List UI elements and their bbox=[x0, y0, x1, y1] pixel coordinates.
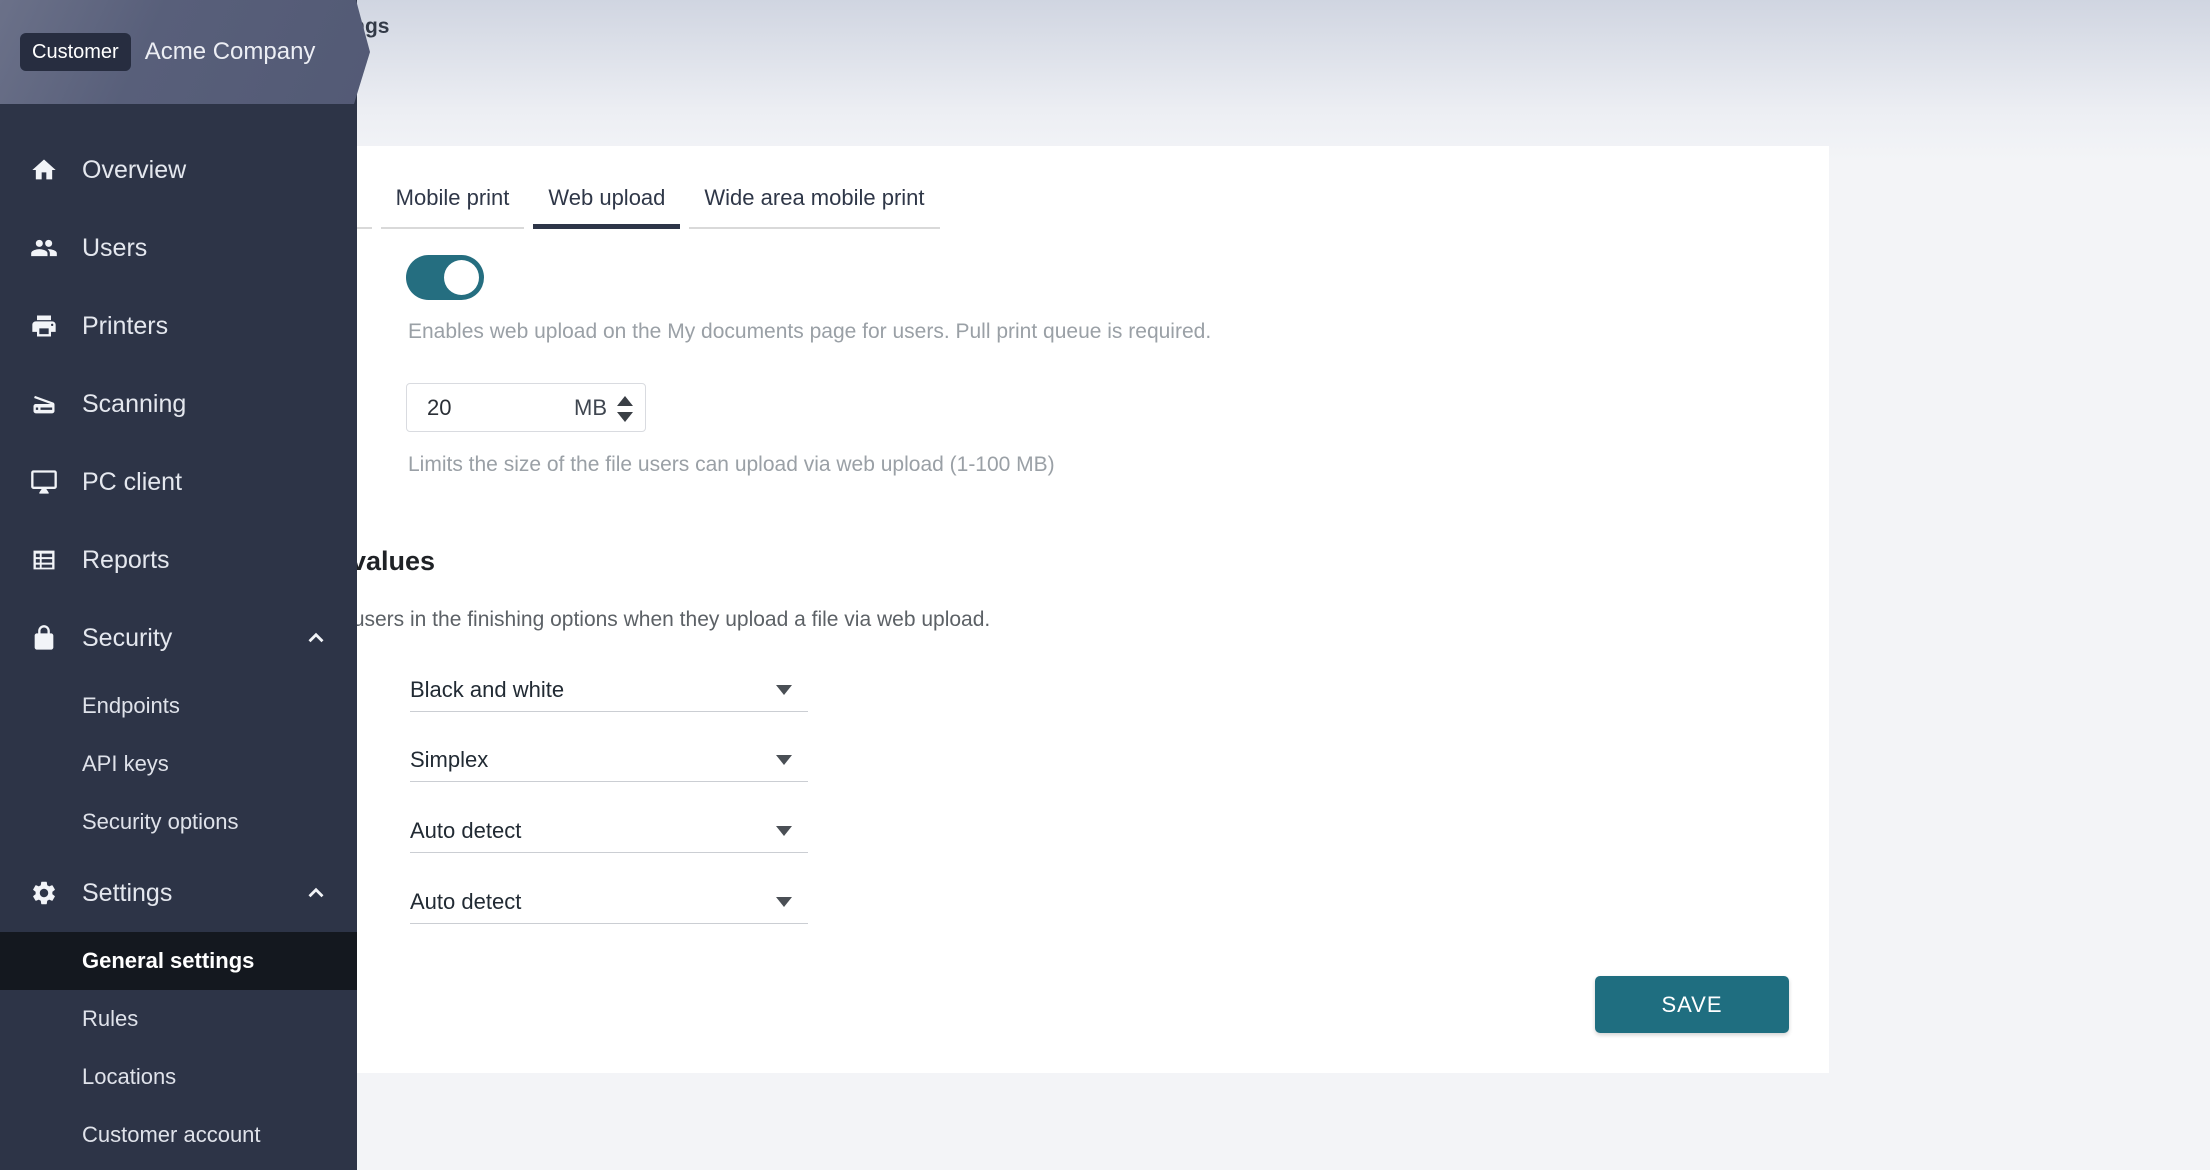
sidebar-item-locations[interactable]: Locations bbox=[0, 1048, 357, 1106]
sidebar-item-customer-account[interactable]: Customer account bbox=[0, 1106, 357, 1164]
stepper bbox=[617, 394, 633, 422]
output-page-size-select[interactable]: Auto detect bbox=[410, 880, 808, 924]
sidebar-item-endpoints[interactable]: Endpoints bbox=[0, 677, 357, 735]
tab-mobile-print[interactable]: Mobile print bbox=[381, 185, 525, 229]
color-select-value: Black and white bbox=[410, 677, 564, 703]
tab-wide-area-mobile-print[interactable]: Wide area mobile print bbox=[689, 185, 939, 229]
chevron-up-icon bbox=[303, 625, 329, 651]
page-orientation-select[interactable]: Auto detect bbox=[410, 809, 808, 853]
dropdown-arrow-icon bbox=[776, 755, 792, 765]
stepper-down-icon[interactable] bbox=[617, 408, 633, 422]
file-size-limit-field: MB bbox=[406, 383, 646, 432]
save-button[interactable]: SAVE bbox=[1595, 976, 1789, 1033]
sidebar-item-scanning[interactable]: Scanning bbox=[0, 365, 357, 443]
sidebar-subitem-label: API keys bbox=[82, 751, 169, 777]
sidebar-item-label: Settings bbox=[82, 879, 172, 908]
sidebar-item-pc-client[interactable]: PC client bbox=[0, 443, 357, 521]
sidebar-nav: Overview Users Printers Scanning bbox=[0, 104, 357, 1164]
dropdown-arrow-icon bbox=[776, 897, 792, 907]
monitor-icon bbox=[30, 468, 58, 496]
sidebar-subitem-label: Customer account bbox=[82, 1122, 261, 1148]
sidebar-item-reports[interactable]: Reports bbox=[0, 521, 357, 599]
company-name: Acme Company bbox=[145, 38, 316, 66]
sidebar-item-api-keys[interactable]: API keys bbox=[0, 735, 357, 793]
scanner-icon bbox=[30, 390, 58, 418]
sides-select[interactable]: Simplex bbox=[410, 738, 808, 782]
home-icon bbox=[30, 156, 58, 184]
file-size-limit-help: Limits the size of the file users can up… bbox=[408, 452, 1055, 478]
report-list-icon bbox=[30, 546, 58, 574]
sidebar-subitem-label: Security options bbox=[82, 809, 239, 835]
sidebar-item-general-settings[interactable]: General settings bbox=[0, 932, 357, 990]
sidebar-subitem-label: Locations bbox=[82, 1064, 176, 1090]
sidebar: Overview Users Printers Scanning bbox=[0, 0, 357, 1170]
users-icon bbox=[30, 234, 58, 262]
tab-web-upload[interactable]: Web upload bbox=[533, 185, 680, 229]
sidebar-item-printers[interactable]: Printers bbox=[0, 287, 357, 365]
sidebar-item-label: Scanning bbox=[82, 390, 186, 419]
chevron-up-icon bbox=[303, 880, 329, 906]
file-size-limit-input[interactable] bbox=[407, 395, 517, 421]
enable-web-upload-toggle[interactable] bbox=[406, 255, 484, 300]
sidebar-item-security[interactable]: Security bbox=[0, 599, 357, 677]
sidebar-item-label: Overview bbox=[82, 156, 186, 185]
sidebar-item-label: Security bbox=[82, 624, 172, 653]
sidebar-item-label: Users bbox=[82, 234, 147, 263]
page-orientation-select-value: Auto detect bbox=[410, 818, 521, 844]
customer-type-badge: Customer bbox=[20, 33, 131, 71]
sidebar-item-security-options[interactable]: Security options bbox=[0, 793, 357, 851]
toggle-knob bbox=[444, 260, 479, 295]
sidebar-subitem-label: Endpoints bbox=[82, 693, 180, 719]
sides-select-value: Simplex bbox=[410, 747, 488, 773]
stepper-up-icon[interactable] bbox=[617, 394, 633, 408]
sidebar-header: Customer Acme Company bbox=[0, 0, 370, 104]
gear-icon bbox=[30, 879, 58, 907]
sidebar-item-label: Reports bbox=[82, 546, 170, 575]
sidebar-subitem-label: Rules bbox=[82, 1006, 138, 1032]
sidebar-item-users[interactable]: Users bbox=[0, 209, 357, 287]
output-page-size-select-value: Auto detect bbox=[410, 889, 521, 915]
file-size-unit: MB bbox=[574, 395, 607, 421]
dropdown-arrow-icon bbox=[776, 826, 792, 836]
lock-icon bbox=[30, 624, 58, 652]
printer-icon bbox=[30, 312, 58, 340]
sidebar-item-label: PC client bbox=[82, 468, 182, 497]
sidebar-item-overview[interactable]: Overview bbox=[0, 131, 357, 209]
sidebar-item-rules[interactable]: Rules bbox=[0, 990, 357, 1048]
app-window: Overview Users Printers Scanning bbox=[0, 0, 2210, 1170]
sidebar-item-settings[interactable]: Settings bbox=[0, 854, 357, 932]
enable-web-upload-help: Enables web upload on the My documents p… bbox=[408, 319, 1211, 345]
sidebar-subitem-label: General settings bbox=[82, 948, 254, 974]
color-select[interactable]: Black and white bbox=[410, 668, 808, 712]
sidebar-item-label: Printers bbox=[82, 312, 168, 341]
dropdown-arrow-icon bbox=[776, 685, 792, 695]
